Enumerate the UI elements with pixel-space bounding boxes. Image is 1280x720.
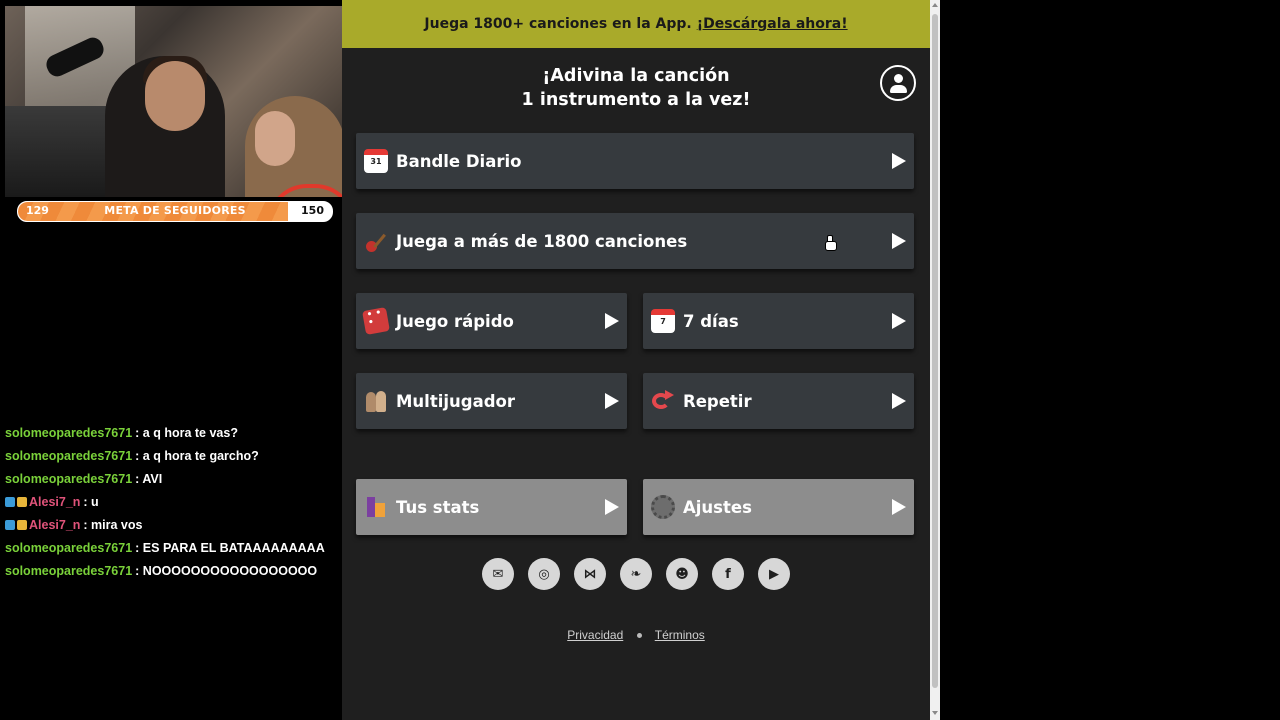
prime-badge-icon <box>5 519 15 530</box>
footer-links: Privacidad Términos <box>342 628 930 642</box>
banner-text: Juega 1800+ canciones en la App. <box>424 16 692 32</box>
chat-text: : a q hora te garcho? <box>135 448 259 463</box>
chat-text: : a q hora te vas? <box>135 425 238 440</box>
webcam-feed <box>5 6 344 197</box>
chat-message: solomeoparedes7671 : a q hora te garcho? <box>5 444 340 467</box>
separator-dot <box>636 633 642 639</box>
calendar-icon: 31 <box>364 149 388 173</box>
chat-username: solomeoparedes7671 <box>5 540 133 555</box>
chat-username: solomeoparedes7671 <box>5 448 133 463</box>
repeat-button[interactable]: Repetir <box>643 373 914 429</box>
stream-chat: solomeoparedes7671 : a q hora te vas? so… <box>5 421 340 582</box>
reddit-icon[interactable]: ☻ <box>666 558 698 590</box>
play-all-songs-label: Juega a más de 1800 canciones <box>396 231 688 251</box>
bandle-page: Juega 1800+ canciones en la App. ¡Descár… <box>342 0 930 720</box>
sub-badge-icon <box>17 496 27 507</box>
chat-username: solomeoparedes7671 <box>5 563 133 578</box>
prime-badge-icon <box>5 496 15 507</box>
sub-badge-icon <box>17 519 27 530</box>
stats-icon <box>364 495 388 519</box>
chat-message: solomeoparedes7671 : a q hora te vas? <box>5 421 340 444</box>
chat-message: Alesi7_n : mira vos <box>5 513 340 536</box>
gear-icon <box>651 495 675 519</box>
chat-message: Alesi7_n : u <box>5 490 340 513</box>
goal-max: 150 <box>301 204 324 217</box>
repeat-icon <box>651 389 675 413</box>
arrow-right-icon <box>605 393 619 409</box>
daily-bandle-label: Bandle Diario <box>396 151 522 171</box>
arrow-right-icon <box>605 313 619 329</box>
chat-username: solomeoparedes7671 <box>5 471 133 486</box>
daily-bandle-button[interactable]: 31 Bandle Diario <box>356 133 914 189</box>
bluesky-icon[interactable]: ⋈ <box>574 558 606 590</box>
page-scrollbar[interactable] <box>930 0 940 720</box>
follower-goal-bar: 129 META DE SEGUIDORES 150 <box>17 201 333 222</box>
instagram-icon[interactable]: ◎ <box>528 558 560 590</box>
multiplayer-label: Multijugador <box>396 391 515 411</box>
arrow-right-icon <box>605 499 619 515</box>
chat-text: : u <box>83 494 99 509</box>
title-line-2: 1 instrumento a la vez! <box>521 90 751 110</box>
terms-link[interactable]: Términos <box>655 628 705 642</box>
repeat-label: Repetir <box>683 391 752 411</box>
settings-button[interactable]: Ajustes <box>643 479 914 535</box>
chat-username: solomeoparedes7671 <box>5 425 133 440</box>
chat-username: Alesi7_n <box>29 494 81 509</box>
arrow-right-icon <box>892 393 906 409</box>
goal-title: META DE SEGUIDORES <box>104 204 246 217</box>
arrow-right-icon <box>892 153 906 169</box>
dice-icon <box>362 307 390 335</box>
chat-text: : NOOOOOOOOOOOOOOOOO <box>135 563 318 578</box>
title-line-1: ¡Adivina la canción <box>542 66 730 86</box>
quick-game-button[interactable]: Juego rápido <box>356 293 627 349</box>
calendar-icon: 7 <box>651 309 675 333</box>
chat-text: : mira vos <box>83 517 143 532</box>
scrollbar-thumb[interactable] <box>932 14 938 688</box>
arrow-right-icon <box>892 499 906 515</box>
facebook-icon[interactable]: f <box>712 558 744 590</box>
twitter-icon[interactable]: ❧ <box>620 558 652 590</box>
stats-button[interactable]: Tus stats <box>356 479 627 535</box>
download-app-link[interactable]: ¡Descárgala ahora! <box>697 16 848 32</box>
chat-message: solomeoparedes7671 : ES PARA EL BATAAAAA… <box>5 536 340 559</box>
arrow-right-icon <box>892 313 906 329</box>
guitar-icon <box>364 229 388 253</box>
scroll-up-icon[interactable] <box>932 3 938 7</box>
settings-label: Ajustes <box>683 497 752 517</box>
hand-cursor-icon <box>825 235 837 251</box>
arrow-right-icon <box>892 233 906 249</box>
chat-username: Alesi7_n <box>29 517 81 532</box>
account-button[interactable] <box>880 65 916 101</box>
social-links: ✉ ◎ ⋈ ❧ ☻ f ▶ <box>482 558 790 590</box>
multiplayer-icon <box>364 389 388 413</box>
chat-message: solomeoparedes7671 : AVI <box>5 467 340 490</box>
privacy-link[interactable]: Privacidad <box>567 628 623 642</box>
youtube-icon[interactable]: ▶ <box>758 558 790 590</box>
scroll-down-icon[interactable] <box>932 711 938 715</box>
mail-icon[interactable]: ✉ <box>482 558 514 590</box>
chat-text: : ES PARA EL BATAAAAAAAAA <box>135 540 325 555</box>
quick-game-label: Juego rápido <box>396 311 514 331</box>
chat-message: solomeoparedes7671 : NOOOOOOOOOOOOOOOOO <box>5 559 340 582</box>
seven-days-button[interactable]: 7 7 días <box>643 293 914 349</box>
stats-label: Tus stats <box>396 497 480 517</box>
app-banner[interactable]: Juega 1800+ canciones en la App. ¡Descár… <box>342 0 930 48</box>
chat-text: : AVI <box>135 471 163 486</box>
page-title: ¡Adivina la canción 1 instrumento a la v… <box>342 64 930 112</box>
seven-days-label: 7 días <box>683 311 739 331</box>
multiplayer-button[interactable]: Multijugador <box>356 373 627 429</box>
